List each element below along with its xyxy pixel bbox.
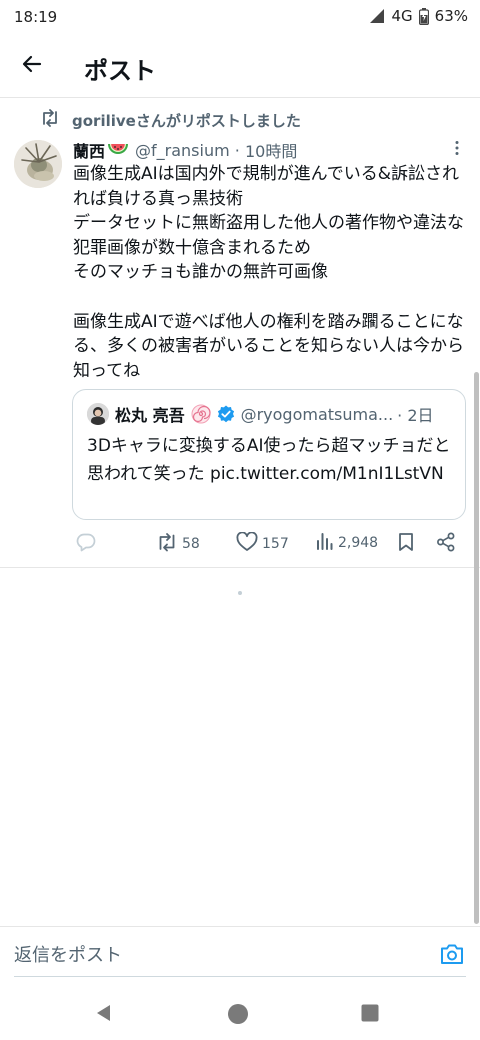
arrow-left-icon: [20, 52, 44, 80]
share-button[interactable]: [436, 532, 456, 556]
back-button[interactable]: [16, 50, 48, 82]
battery-icon: [418, 7, 429, 25]
post-time: 10時間: [244, 142, 298, 161]
verified-badge-icon: [217, 405, 235, 423]
view-count: 2,948: [338, 535, 379, 551]
repost-count: 58: [182, 536, 200, 552]
camera-button[interactable]: [438, 942, 466, 970]
views-button[interactable]: 2,948: [316, 532, 378, 554]
bookmark-icon: [398, 532, 414, 556]
quoted-author-name: 松丸 亮吾: [115, 406, 185, 425]
repost-icon: [156, 532, 178, 556]
heart-icon: [236, 531, 258, 556]
more-vertical-icon: [454, 140, 460, 160]
repost-button[interactable]: 58: [156, 532, 200, 556]
nav-recent-apps-icon[interactable]: [361, 1004, 379, 1026]
quoted-avatar: [87, 403, 109, 425]
repost-notice-text: goriliveさんがリポストしました: [72, 111, 301, 130]
analytics-icon: [316, 532, 334, 554]
post-actions: 58 157 2,948: [72, 530, 466, 558]
post-text: 画像生成AIは国内外で規制が進んでいる&訴訟されれば負ける真っ黒技術 データセッ…: [73, 164, 464, 381]
bookmark-button[interactable]: [398, 532, 414, 556]
repost-notice[interactable]: goriliveさんがリポストしました: [40, 108, 301, 132]
more-options-button[interactable]: [447, 140, 467, 160]
divider: [0, 926, 480, 927]
separator: ·: [234, 140, 240, 160]
divider: [0, 567, 480, 568]
system-nav-bar: [0, 986, 480, 1040]
status-time: 18:19: [14, 8, 58, 26]
quoted-post-text: 3Dキャラに変換するAI使ったら超マッチョだと思われて笑った pic.twitt…: [87, 436, 451, 484]
quoted-author-handle: @ryogomatsuma...: [240, 404, 394, 424]
spiral-badge-icon: [191, 404, 211, 424]
loading-indicator: [238, 591, 242, 595]
quoted-post[interactable]: 松丸 亮吾 @ryogomatsuma... · 2日 3Dキャラに変換するAI…: [72, 389, 466, 520]
avatar[interactable]: [14, 140, 62, 188]
reply-icon: [76, 532, 96, 556]
author-name[interactable]: 蘭西: [73, 138, 105, 162]
reply-input[interactable]: 返信をポスト: [14, 941, 424, 971]
page-title: ポスト: [84, 57, 156, 85]
app-bar: ポスト: [0, 34, 480, 98]
battery-level: 63%: [434, 7, 468, 25]
author-handle[interactable]: @f_ransium: [135, 141, 230, 160]
quoted-post-header: 松丸 亮吾 @ryogomatsuma... · 2日: [87, 402, 434, 426]
repost-icon: [40, 109, 60, 131]
share-icon: [436, 532, 456, 556]
status-indicators: 4G 63%: [369, 7, 468, 25]
watermelon-icon: [107, 141, 129, 159]
status-bar: 18:19 4G 63%: [0, 0, 480, 34]
post-header: 蘭西 @f_ransium · 10時間: [73, 138, 297, 162]
like-button[interactable]: 157: [236, 531, 289, 556]
scrollbar[interactable]: [474, 372, 479, 924]
signal-icon: [369, 8, 385, 24]
reply-button[interactable]: [76, 532, 100, 556]
quoted-post-time: · 2日: [397, 406, 434, 425]
camera-icon: [440, 943, 464, 969]
network-type: 4G: [391, 7, 413, 25]
like-count: 157: [262, 536, 289, 552]
nav-back-icon[interactable]: [94, 1003, 114, 1027]
reply-input-underline: [14, 976, 466, 977]
nav-home-icon[interactable]: [227, 1003, 249, 1029]
